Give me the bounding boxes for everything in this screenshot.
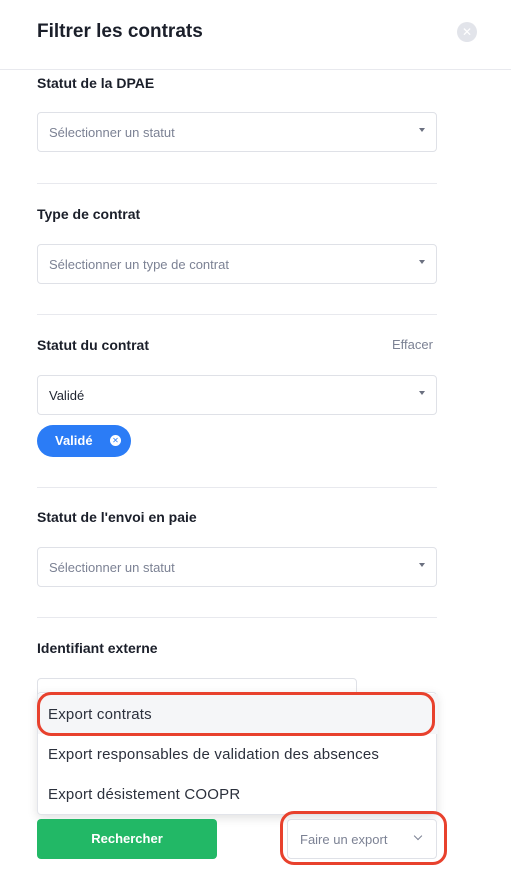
caret-down-icon: [419, 260, 425, 264]
filter-panel: Filtrer les contrats ✕ Statut de la DPAE…: [0, 0, 511, 878]
divider: [37, 314, 437, 315]
export-button[interactable]: Faire un export: [287, 819, 437, 859]
contract-status-value: Validé: [49, 388, 85, 403]
caret-down-icon: [419, 563, 425, 567]
remove-chip-icon[interactable]: ✕: [110, 435, 121, 446]
payroll-status-label: Statut de l'envoi en paie: [37, 509, 197, 525]
external-id-label: Identifiant externe: [37, 640, 158, 656]
export-absence-validators-item[interactable]: Export responsables de validation des ab…: [38, 734, 438, 774]
payroll-status-placeholder: Sélectionner un statut: [49, 560, 175, 575]
contract-status-select[interactable]: Validé: [37, 375, 437, 415]
contract-type-select[interactable]: Sélectionner un type de contrat: [37, 244, 437, 284]
divider: [37, 487, 437, 488]
export-contracts-item[interactable]: Export contrats: [38, 694, 438, 734]
export-menu: Export contrats Export responsables de v…: [37, 692, 438, 815]
contract-status-chip[interactable]: Validé ✕: [37, 425, 131, 457]
search-button[interactable]: Rechercher: [37, 819, 217, 859]
menu-item-label: Export responsables de validation des ab…: [48, 746, 380, 763]
chip-label: Validé: [55, 433, 93, 448]
contract-status-label: Statut du contrat: [37, 337, 149, 353]
payroll-status-select[interactable]: Sélectionner un statut: [37, 547, 437, 587]
dpae-status-label: Statut de la DPAE: [37, 75, 155, 91]
export-coopr-withdrawal-item[interactable]: Export désistement COOPR: [38, 774, 438, 814]
contract-type-label: Type de contrat: [37, 206, 141, 222]
dpae-status-select[interactable]: Sélectionner un statut: [37, 112, 437, 152]
chevron-down-icon: [413, 831, 423, 841]
caret-down-icon: [419, 391, 425, 395]
dpae-status-placeholder: Sélectionner un statut: [49, 125, 175, 140]
menu-item-label: Export désistement COOPR: [48, 786, 241, 803]
caret-down-icon: [419, 128, 425, 132]
panel-title: Filtrer les contrats: [37, 21, 203, 42]
divider: [37, 183, 437, 184]
export-button-label: Faire un export: [300, 832, 388, 847]
contract-type-placeholder: Sélectionner un type de contrat: [49, 257, 229, 272]
clear-contract-status-link[interactable]: Effacer: [392, 337, 433, 352]
divider: [37, 617, 437, 618]
menu-item-label: Export contrats: [48, 706, 152, 723]
panel-header: Filtrer les contrats ✕: [0, 0, 511, 70]
close-icon[interactable]: ✕: [457, 22, 477, 42]
